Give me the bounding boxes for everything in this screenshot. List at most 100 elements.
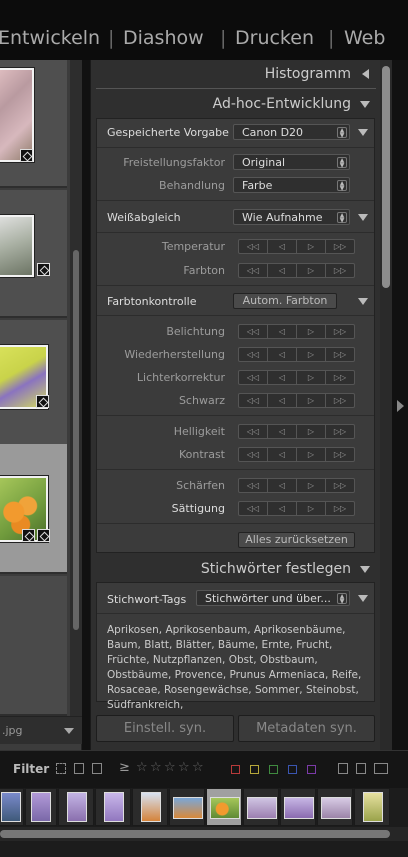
- filmstrip-thumbnail[interactable]: [141, 792, 161, 822]
- quick-develop-header[interactable]: Ad-hoc-Entwicklung: [91, 90, 381, 118]
- module-print[interactable]: Drucken: [235, 27, 314, 49]
- grid-cell-selected[interactable]: [0, 444, 67, 574]
- filmstrip-thumbnail[interactable]: [363, 792, 383, 822]
- collapse-triangle-icon[interactable]: [362, 69, 369, 79]
- expand-triangle-icon[interactable]: [358, 129, 368, 136]
- exposure-stepper[interactable]: ◁◁ ◁ ▷ ▷▷: [238, 324, 355, 339]
- expand-right-panel-icon[interactable]: [397, 400, 404, 412]
- keyword-tags-select[interactable]: Stichwörter und über... ▲ ▼: [196, 590, 350, 606]
- recovery-stepper[interactable]: ◁◁ ◁ ▷ ▷▷: [238, 347, 355, 362]
- grid-cell[interactable]: [0, 60, 67, 188]
- star-icon[interactable]: ☆: [150, 760, 162, 775]
- filmstrip-cell[interactable]: [169, 788, 205, 826]
- sharpening-stepper[interactable]: ◁◁ ◁ ▷ ▷▷: [238, 478, 355, 493]
- module-slideshow[interactable]: Diashow: [123, 27, 204, 49]
- right-panel-scrollbar[interactable]: [380, 60, 392, 750]
- keywording-panel: Stichwort-Tags Stichwörter und über... ▲…: [96, 582, 375, 711]
- crop-ratio-select[interactable]: Original ▲ ▼: [233, 154, 350, 170]
- filmstrip-thumbnail[interactable]: [210, 797, 240, 819]
- updown-arrows-icon: ▲ ▼: [337, 157, 347, 169]
- grid-cell[interactable]: [0, 190, 67, 318]
- updown-arrows-icon: ▲ ▼: [337, 180, 347, 192]
- treatment-select[interactable]: Farbe ▲ ▼: [233, 177, 350, 193]
- filmstrip-cell[interactable]: [95, 788, 131, 826]
- reset-all-button[interactable]: Alles zurücksetzen: [238, 532, 355, 548]
- color-label-yellow[interactable]: [250, 765, 259, 774]
- saved-preset-select[interactable]: Canon D20 ▲ ▼: [233, 124, 350, 140]
- divider: [97, 523, 374, 524]
- pick-flag-icon[interactable]: [56, 763, 66, 774]
- master-copy-icon[interactable]: [338, 763, 348, 774]
- star-icon[interactable]: ☆: [178, 760, 190, 775]
- filmstrip-thumbnail[interactable]: [104, 792, 124, 822]
- scrollbar-thumb[interactable]: [73, 250, 79, 630]
- filmstrip-thumbnail[interactable]: [321, 797, 351, 819]
- contrast-stepper[interactable]: ◁◁ ◁ ▷ ▷▷: [238, 447, 355, 462]
- right-panel: Histogramm Ad-hoc-Entwicklung Gespeicher…: [90, 60, 380, 750]
- star-icon[interactable]: ☆: [192, 760, 204, 775]
- divider: [97, 147, 374, 148]
- filmstrip-thumbnail[interactable]: [247, 797, 277, 819]
- expand-triangle-icon[interactable]: [358, 214, 368, 221]
- brightness-stepper[interactable]: ◁◁ ◁ ▷ ▷▷: [238, 424, 355, 439]
- photo-thumbnail[interactable]: [0, 68, 34, 162]
- filmstrip-thumbnail[interactable]: [67, 792, 87, 822]
- auto-tone-button[interactable]: Autom. Farbton: [233, 293, 337, 309]
- filmstrip-cell[interactable]: [243, 788, 279, 826]
- filmstrip-thumbnail[interactable]: [31, 792, 51, 822]
- grid-scrollbar[interactable]: [70, 60, 82, 720]
- expand-triangle-icon[interactable]: [358, 595, 368, 602]
- sync-metadata-button[interactable]: Metadaten syn.: [238, 715, 375, 742]
- module-develop[interactable]: Entwickeln: [0, 27, 100, 49]
- sync-settings-button[interactable]: Einstell. syn.: [96, 715, 234, 742]
- scrollbar-thumb[interactable]: [382, 66, 390, 288]
- module-separator: |: [108, 27, 115, 49]
- virtual-copy-icon[interactable]: [356, 763, 366, 774]
- temperature-stepper[interactable]: ◁◁ ◁ ▷ ▷▷: [238, 239, 355, 254]
- keywords-textarea[interactable]: Aprikosen, Aprikosenbaum, Aprikosenbäume…: [107, 623, 369, 713]
- filmstrip-cell[interactable]: [0, 788, 24, 826]
- filmstrip-thumbnail[interactable]: [173, 797, 203, 819]
- filmstrip-cell[interactable]: [354, 788, 390, 826]
- saturation-stepper[interactable]: ◁◁ ◁ ▷ ▷▷: [238, 501, 355, 516]
- unflagged-icon[interactable]: [74, 763, 84, 774]
- star-icon[interactable]: ☆: [136, 760, 148, 775]
- filmstrip-thumbnail[interactable]: [284, 797, 314, 819]
- keywording-header[interactable]: Stichwörter festlegen: [91, 555, 381, 583]
- expand-triangle-icon[interactable]: [360, 101, 370, 108]
- white-balance-select[interactable]: Wie Aufnahme ▲ ▼: [233, 209, 350, 225]
- color-label-purple[interactable]: [307, 765, 316, 774]
- filmstrip-cell-selected[interactable]: [206, 788, 242, 826]
- tint-stepper[interactable]: ◁◁ ◁ ▷ ▷▷: [238, 263, 355, 278]
- photo-thumbnail[interactable]: [0, 215, 34, 277]
- histogram-header[interactable]: Histogramm: [91, 60, 381, 88]
- blacks-stepper[interactable]: ◁◁ ◁ ▷ ▷▷: [238, 393, 355, 408]
- rating-gte[interactable]: ≥: [119, 760, 130, 775]
- star-icon[interactable]: ☆: [164, 760, 176, 775]
- expand-triangle-icon[interactable]: [360, 566, 370, 573]
- quick-develop-title: Ad-hoc-Entwicklung: [212, 96, 351, 112]
- filmstrip-cell[interactable]: [317, 788, 353, 826]
- expand-triangle-icon[interactable]: [358, 298, 368, 305]
- color-label-blue[interactable]: [288, 765, 297, 774]
- filmstrip-cell[interactable]: [280, 788, 316, 826]
- rejected-flag-icon[interactable]: [92, 763, 102, 774]
- divider: [97, 415, 374, 416]
- module-web[interactable]: Web: [344, 27, 385, 49]
- filmstrip-scrollbar[interactable]: [0, 827, 408, 841]
- filename-label: .jpg: [2, 724, 23, 737]
- fill-light-stepper[interactable]: ◁◁ ◁ ▷ ▷▷: [238, 370, 355, 385]
- video-icon[interactable]: [374, 763, 388, 774]
- filmstrip-thumbnail[interactable]: [1, 792, 21, 822]
- filmstrip-cell[interactable]: [132, 788, 168, 826]
- chevron-down-icon[interactable]: [64, 728, 74, 734]
- color-label-green[interactable]: [269, 765, 278, 774]
- tone-control-label: Farbtonkontrolle: [107, 295, 197, 308]
- filmstrip-cell[interactable]: [25, 788, 57, 826]
- color-label-red[interactable]: [231, 765, 240, 774]
- scrollbar-thumb[interactable]: [0, 830, 390, 838]
- filmstrip-cell[interactable]: [58, 788, 94, 826]
- grid-cell: [0, 576, 67, 716]
- saturation-label: Sättigung: [171, 502, 225, 515]
- grid-cell[interactable]: [0, 320, 67, 448]
